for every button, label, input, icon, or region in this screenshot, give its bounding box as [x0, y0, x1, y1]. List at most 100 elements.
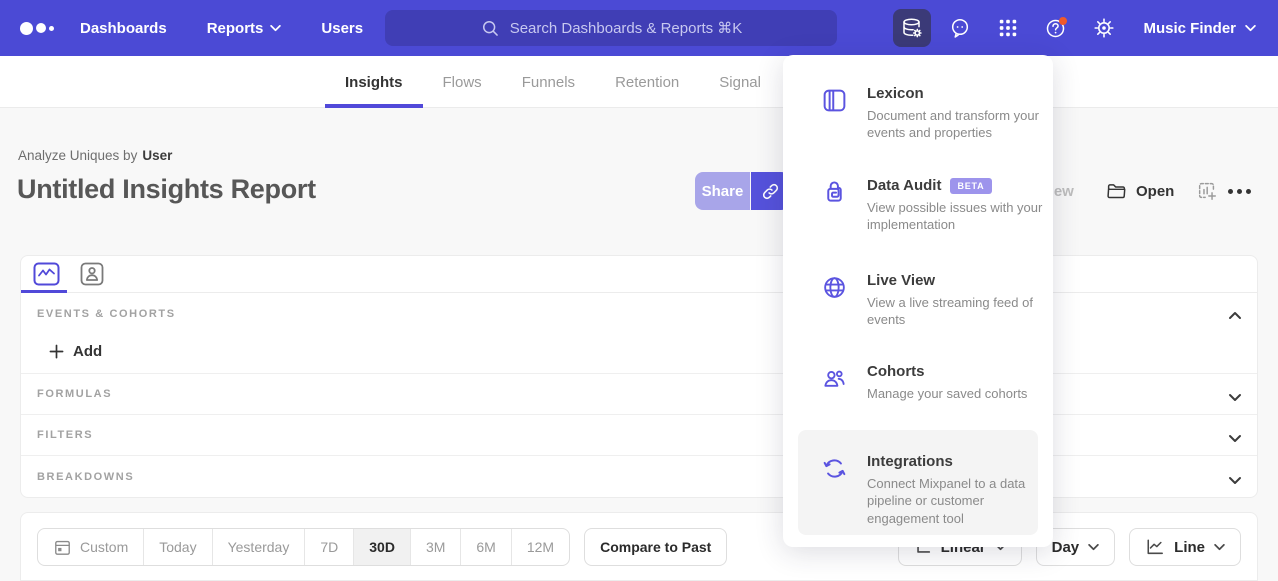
- nav-item-label: Reports: [207, 20, 264, 37]
- tab-label: Funnels: [522, 74, 575, 91]
- report-tab-bar: Insights Flows Funnels Retention Signal …: [0, 56, 1278, 108]
- tab-events-view[interactable]: [33, 262, 60, 286]
- nav-item-users[interactable]: Users: [321, 20, 363, 37]
- apps-grid-button[interactable]: [989, 9, 1027, 47]
- menu-item-text: Lexicon Document and transform your even…: [867, 85, 1047, 142]
- subtitle-prefix: Analyze Uniques by: [18, 148, 137, 163]
- mixpanel-logo-icon[interactable]: [20, 16, 56, 40]
- menu-item-title-text: Lexicon: [867, 85, 924, 102]
- search-input[interactable]: Search Dashboards & Reports ⌘K: [385, 10, 837, 46]
- app-window: Dashboards Reports Users Search Dashboar…: [0, 0, 1278, 581]
- range-12m[interactable]: 12M: [511, 529, 569, 565]
- beta-badge: BETA: [950, 178, 991, 194]
- live-view-icon: [821, 272, 848, 329]
- compare-to-past-button[interactable]: Compare to Past: [584, 528, 727, 566]
- share-button[interactable]: Share: [695, 172, 750, 210]
- chart-type-dropdown[interactable]: Line: [1129, 528, 1241, 566]
- nav-item-label: Users: [321, 20, 363, 37]
- add-to-dashboard-button[interactable]: [1196, 180, 1218, 207]
- menu-item-integrations[interactable]: Integrations Connect Mixpanel to a data …: [798, 430, 1038, 535]
- expand-section-button[interactable]: [1228, 389, 1242, 407]
- section-formulas[interactable]: FORMULAS: [21, 374, 1257, 415]
- more-options-button[interactable]: [1228, 172, 1251, 210]
- nav-links: Dashboards Reports Users: [80, 20, 363, 37]
- expand-section-button[interactable]: [1228, 430, 1242, 448]
- tab-signal[interactable]: Signal: [699, 56, 781, 108]
- tab-funnels[interactable]: Funnels: [502, 56, 595, 108]
- integrations-icon: [821, 453, 848, 535]
- subtitle-value[interactable]: User: [142, 148, 172, 163]
- chevron-down-icon: [1214, 544, 1225, 551]
- chevron-down-icon: [1228, 476, 1242, 485]
- menu-item-live-view[interactable]: Live View View a live streaming feed of …: [798, 272, 1038, 329]
- open-report-button[interactable]: Open: [1106, 172, 1174, 210]
- menu-item-title-text: Integrations: [867, 453, 953, 470]
- settings-button[interactable]: [1085, 9, 1123, 47]
- range-label: 12M: [527, 539, 554, 555]
- collapse-section-button[interactable]: [1228, 307, 1242, 325]
- chat-bubble-icon: [948, 16, 972, 40]
- menu-item-data-audit[interactable]: Data AuditBETA View possible issues with…: [798, 177, 1038, 234]
- menu-item-cohorts[interactable]: Cohorts Manage your saved cohorts: [798, 363, 1038, 402]
- help-button[interactable]: [1037, 9, 1075, 47]
- search-icon: [480, 18, 500, 38]
- menu-item-title-text: Data Audit: [867, 177, 941, 194]
- plus-icon: [49, 344, 64, 359]
- date-range-controls: Custom Today Yesterday 7D 30D 3M 6M 12M …: [37, 528, 727, 566]
- menu-item-description: View possible issues with your implement…: [867, 199, 1047, 234]
- menu-item-description: Connect Mixpanel to a data pipeline or c…: [867, 475, 1047, 527]
- menu-item-title-text: Cohorts: [867, 363, 925, 380]
- menu-item-description: Document and transform your events and p…: [867, 107, 1047, 142]
- range-label: 6M: [476, 539, 495, 555]
- section-label: EVENTS & COHORTS: [37, 308, 176, 320]
- compare-label: Compare to Past: [600, 539, 711, 555]
- share-group: Share: [695, 172, 789, 210]
- range-label: 30D: [369, 539, 395, 555]
- range-30d[interactable]: 30D: [353, 529, 410, 565]
- tab-retention[interactable]: Retention: [595, 56, 699, 108]
- menu-item-title: Data Audit BETA: [867, 177, 1047, 194]
- range-7d[interactable]: 7D: [304, 529, 353, 565]
- nav-item-label: Dashboards: [80, 20, 167, 37]
- tab-label: Signal: [719, 74, 761, 91]
- pulse-chart-icon: [33, 262, 60, 286]
- menu-item-title-text: Live View: [867, 272, 935, 289]
- tab-flows[interactable]: Flows: [423, 56, 502, 108]
- nav-item-dashboards[interactable]: Dashboards: [80, 20, 167, 37]
- add-event-button[interactable]: Add: [49, 335, 102, 367]
- project-selector[interactable]: Music Finder: [1143, 20, 1256, 37]
- tab-profiles-view[interactable]: [80, 262, 104, 286]
- feedback-button[interactable]: [941, 9, 979, 47]
- range-3m[interactable]: 3M: [410, 529, 460, 565]
- chart-type-label: Line: [1174, 539, 1205, 556]
- chevron-down-icon: [1088, 544, 1099, 551]
- section-breakdowns[interactable]: BREAKDOWNS: [21, 456, 1257, 497]
- range-yesterday[interactable]: Yesterday: [212, 529, 305, 565]
- data-management-button[interactable]: [893, 9, 931, 47]
- menu-item-description: Manage your saved cohorts: [867, 385, 1047, 402]
- chevron-down-icon: [1228, 434, 1242, 443]
- gear-icon: [1092, 16, 1116, 40]
- grid-icon: [997, 17, 1019, 39]
- menu-item-title: Integrations: [867, 453, 1047, 470]
- search-placeholder: Search Dashboards & Reports ⌘K: [510, 19, 743, 37]
- expand-section-button[interactable]: [1228, 472, 1242, 490]
- menu-item-text: Live View View a live streaming feed of …: [867, 272, 1047, 329]
- range-today[interactable]: Today: [143, 529, 211, 565]
- add-button-label: Add: [73, 343, 102, 360]
- tab-insights[interactable]: Insights: [325, 56, 423, 108]
- section-label: FORMULAS: [37, 388, 112, 400]
- chevron-down-icon: [270, 25, 281, 32]
- menu-item-lexicon[interactable]: Lexicon Document and transform your even…: [798, 85, 1038, 142]
- nav-item-reports[interactable]: Reports: [207, 20, 282, 37]
- link-icon: [761, 182, 780, 201]
- section-label: BREAKDOWNS: [37, 471, 134, 483]
- menu-item-text: Integrations Connect Mixpanel to a data …: [867, 453, 1047, 535]
- range-custom[interactable]: Custom: [38, 529, 143, 565]
- notification-dot: [1059, 17, 1067, 25]
- query-builder-panel: EVENTS & COHORTS Add FORMULAS FILTERS BR…: [20, 255, 1258, 498]
- page-title[interactable]: Untitled Insights Report: [17, 174, 316, 205]
- range-6m[interactable]: 6M: [460, 529, 510, 565]
- section-filters[interactable]: FILTERS: [21, 415, 1257, 456]
- chevron-up-icon: [1228, 311, 1242, 320]
